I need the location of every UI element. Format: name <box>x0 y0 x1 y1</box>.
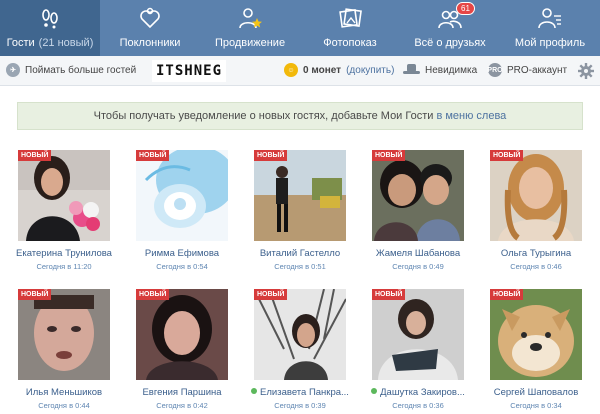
more-guests-button[interactable]: ✈ Поймать больше гостей <box>6 63 136 77</box>
guest-name[interactable]: Екатерина Трунилова <box>9 248 119 259</box>
new-badge: НОВЫЙ <box>372 150 406 161</box>
guest-name-text: Елизавета Панкра... <box>260 387 349 398</box>
invisible-label: Невидимка <box>425 64 478 76</box>
guest-time: Сегодня в 11:20 <box>36 262 92 271</box>
guest-name[interactable]: Ольга Турыгина <box>481 248 591 259</box>
guest-photo[interactable] <box>136 150 228 241</box>
guest-photo[interactable] <box>18 289 110 380</box>
guest-time: Сегодня в 0:42 <box>156 401 208 410</box>
toolbar: ✈ Поймать больше гостей ☺ 0 монет (докуп… <box>0 56 600 86</box>
new-badge: НОВЫЙ <box>18 289 52 300</box>
tab-promotion-label: Продвижение <box>214 37 286 49</box>
profile-list-icon <box>538 8 561 29</box>
guest-photo[interactable] <box>254 289 346 380</box>
pro-account-button[interactable]: PRO PRO-аккаунт <box>487 63 568 77</box>
tab-profile-label: Мой профиль <box>514 37 586 49</box>
online-indicator <box>251 388 258 394</box>
guest-photo[interactable] <box>18 150 110 241</box>
guest-name[interactable]: Илья Меньшиков <box>9 387 119 398</box>
heart-person-icon <box>140 7 160 29</box>
new-badge: НОВЫЙ <box>372 289 406 300</box>
top-nav: Гости (21 новый) Поклонники Продвижение Ф… <box>0 0 600 56</box>
guest-photo[interactable] <box>254 150 346 241</box>
photos-icon <box>339 8 362 28</box>
new-badge: НОВЫЙ <box>18 150 52 161</box>
buy-coins-link[interactable]: (докупить) <box>346 65 394 76</box>
tab-photoshow-label: Фотопоказ <box>323 37 377 49</box>
guest-time: Сегодня в 0:39 <box>274 401 326 410</box>
pro-account-label: PRO-аккаунт <box>507 64 568 76</box>
new-badge: НОВЫЙ <box>136 150 170 161</box>
notice-text: Чтобы получать уведомление о новых гостя… <box>93 110 434 122</box>
new-badge: НОВЫЙ <box>490 289 524 300</box>
guest-time: Сегодня в 0:49 <box>392 262 444 271</box>
guest-photo[interactable] <box>490 289 582 380</box>
friends-badge: 61 <box>456 2 475 15</box>
guest-photo[interactable] <box>372 289 464 380</box>
guest-photo[interactable] <box>372 150 464 241</box>
guest-photo[interactable] <box>490 150 582 241</box>
hat-icon <box>403 64 420 74</box>
gear-icon[interactable] <box>578 63 594 79</box>
guest-time: Сегодня в 0:36 <box>392 401 444 410</box>
guest-time: Сегодня в 0:54 <box>156 262 208 271</box>
guest-name[interactable]: Евгения Паршина <box>127 387 237 398</box>
more-guests-label: Поймать больше гостей <box>25 64 137 76</box>
guest-time: Сегодня в 0:44 <box>38 401 90 410</box>
guest-name[interactable]: Жамеля Шабанова <box>363 248 473 259</box>
guest-name[interactable]: Виталий Гастелло <box>245 248 355 259</box>
tab-promotion[interactable]: Продвижение <box>200 0 300 56</box>
tab-guests[interactable]: Гости (21 новый) <box>0 0 100 56</box>
coin-icon: ☺ <box>284 63 298 77</box>
guest-name[interactable]: Дашутка Закиров... <box>363 387 473 398</box>
guest-name[interactable]: Римма Ефимова <box>127 248 237 259</box>
tab-friends[interactable]: 61 Всё о друзьях <box>400 0 500 56</box>
guest-name[interactable]: Сергей Шаповалов <box>481 387 591 398</box>
person-star-icon <box>239 8 262 29</box>
footprints-icon <box>42 9 58 29</box>
guest-time: Сегодня в 0:34 <box>510 401 562 410</box>
coins-block: ☺ 0 монет (докупить) <box>284 63 394 77</box>
notification-notice: Чтобы получать уведомление о новых гостя… <box>17 102 583 130</box>
left-menu-link[interactable]: в меню слева <box>436 110 506 122</box>
tab-guests-label: Гости <box>6 37 35 49</box>
new-badge: НОВЫЙ <box>254 289 288 300</box>
tab-guests-count: (21 новый) <box>38 37 94 49</box>
tab-friends-label: Всё о друзьях <box>414 37 486 49</box>
guest-photo[interactable] <box>136 289 228 380</box>
guest-time: Сегодня в 0:51 <box>274 262 326 271</box>
new-badge: НОВЫЙ <box>490 150 524 161</box>
guest-name-text: Дашутка Закиров... <box>380 387 465 398</box>
online-indicator <box>371 388 378 394</box>
coins-amount: 0 монет <box>303 64 342 76</box>
invisible-button[interactable]: Невидимка <box>403 63 477 77</box>
watermark-logo: ITSHNEG <box>152 60 227 82</box>
tab-fans-label: Поклонники <box>119 37 181 49</box>
guest-time: Сегодня в 0:46 <box>510 262 562 271</box>
guest-name[interactable]: Елизавета Панкра... <box>245 387 355 398</box>
tab-profile[interactable]: Мой профиль <box>500 0 600 56</box>
pro-icon: PRO <box>487 63 503 77</box>
new-badge: НОВЫЙ <box>254 150 288 161</box>
tab-photoshow[interactable]: Фотопоказ <box>300 0 400 56</box>
new-badge: НОВЫЙ <box>136 289 170 300</box>
tab-fans[interactable]: Поклонники <box>100 0 200 56</box>
speech-icon: ✈ <box>6 63 20 77</box>
